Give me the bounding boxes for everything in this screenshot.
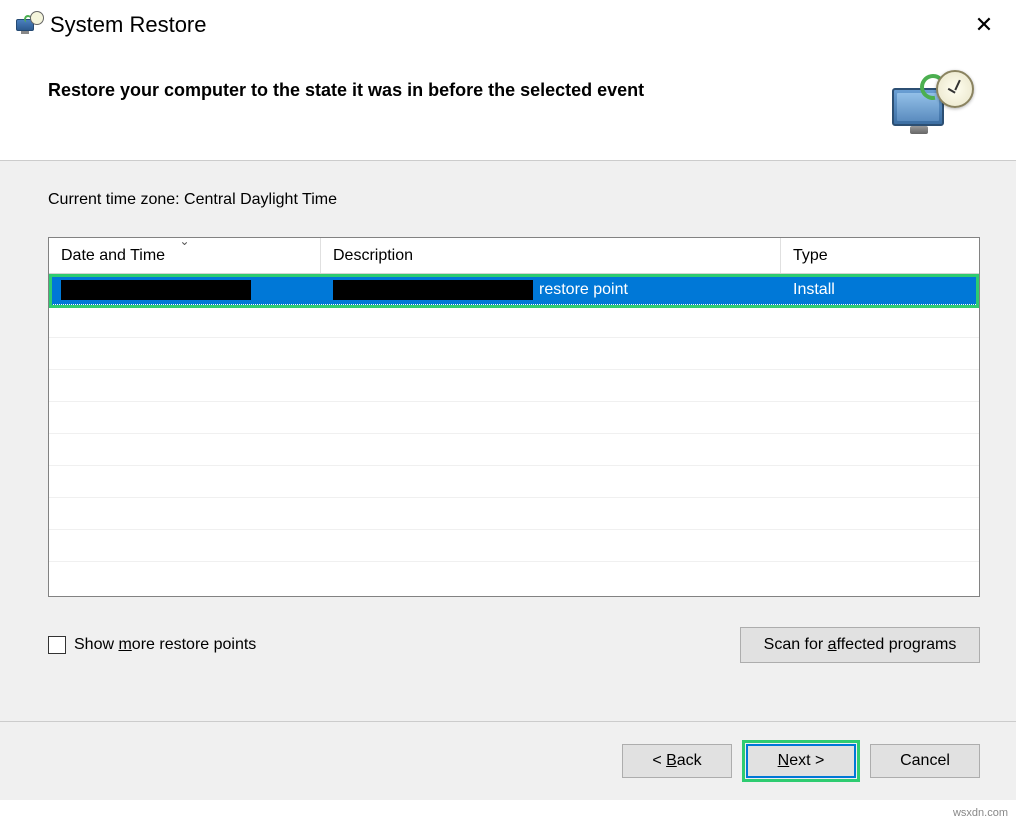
column-header-type-label: Type <box>793 247 828 265</box>
table-row-empty <box>49 306 979 338</box>
table-row-empty <box>49 530 979 562</box>
system-restore-icon <box>14 11 42 39</box>
show-more-checkbox[interactable]: Show more restore points <box>48 636 256 654</box>
scan-affected-button[interactable]: Scan for affected programs <box>740 627 980 663</box>
table-row[interactable]: restore point Install <box>49 274 979 306</box>
table-row-empty <box>49 370 979 402</box>
titlebar: System Restore ✕ <box>0 0 1016 48</box>
back-button[interactable]: < Back <box>622 744 732 778</box>
table-row-empty <box>49 338 979 370</box>
sort-indicator-icon: ⌄ <box>179 237 189 248</box>
watermark-text: wsxdn.com <box>953 807 1008 819</box>
column-header-type[interactable]: Type <box>781 238 979 273</box>
instruction-text: Restore your computer to the state it wa… <box>48 72 892 101</box>
column-header-description[interactable]: Description <box>321 238 781 273</box>
table-row-empty <box>49 434 979 466</box>
cell-description-suffix: restore point <box>539 281 628 299</box>
body-area: Current time zone: Central Daylight Time… <box>0 161 1016 721</box>
table-row-empty <box>49 498 979 530</box>
restore-points-table: ⌄ Date and Time Description Type restore… <box>48 237 980 597</box>
timezone-label: Current time zone: Central Daylight Time <box>48 191 980 209</box>
below-table-row: Show more restore points Scan for affect… <box>48 627 980 663</box>
show-more-label: Show more restore points <box>74 636 256 654</box>
table-body: restore point Install <box>49 274 979 562</box>
column-header-date[interactable]: ⌄ Date and Time <box>49 238 321 273</box>
window-title: System Restore <box>50 12 964 38</box>
close-icon[interactable]: ✕ <box>964 12 1004 38</box>
column-headers: ⌄ Date and Time Description Type <box>49 238 979 274</box>
header-area: Restore your computer to the state it wa… <box>0 48 1016 160</box>
checkbox-box-icon[interactable] <box>48 636 66 654</box>
table-row-empty <box>49 466 979 498</box>
footer-buttons: < Back Next > Cancel <box>0 721 1016 800</box>
cell-description: restore point <box>321 274 781 306</box>
next-button[interactable]: Next > <box>746 744 856 778</box>
cell-date <box>49 274 321 306</box>
table-row-empty <box>49 402 979 434</box>
system-restore-large-icon <box>892 72 972 144</box>
redacted-date <box>61 280 251 300</box>
column-header-date-label: Date and Time <box>61 247 165 265</box>
cancel-button[interactable]: Cancel <box>870 744 980 778</box>
column-header-description-label: Description <box>333 247 413 265</box>
redacted-description-prefix <box>333 280 533 300</box>
cell-type: Install <box>781 274 979 306</box>
